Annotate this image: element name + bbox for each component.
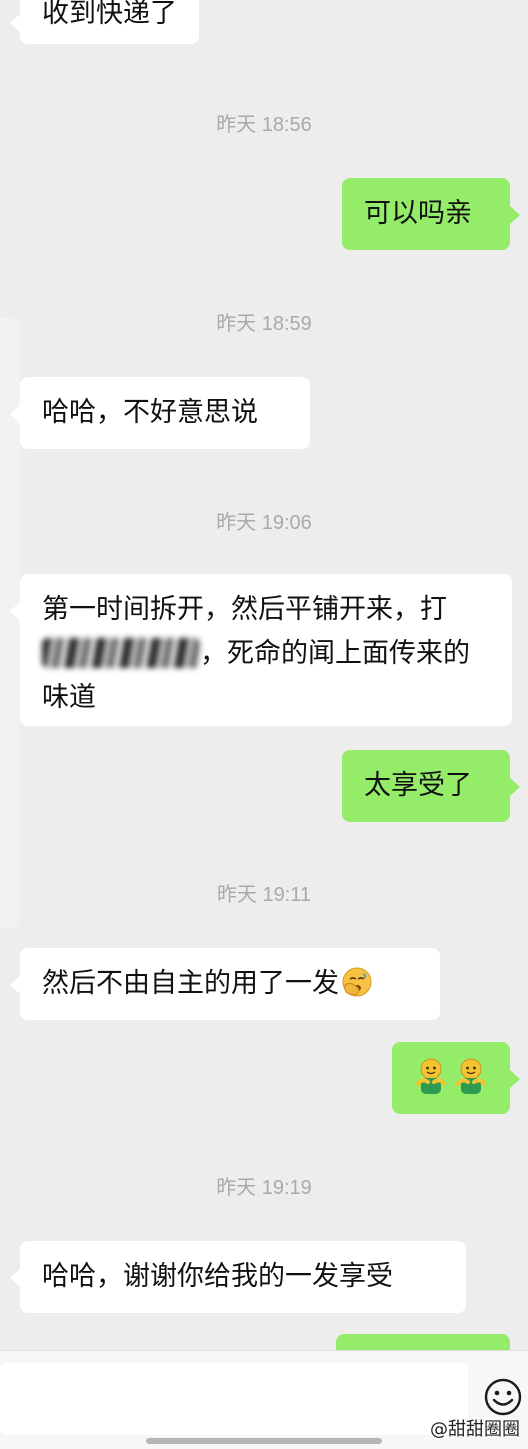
message-received[interactable]: 哈哈，不好意思说 bbox=[10, 377, 310, 449]
message-text: 收到快递了 bbox=[42, 0, 177, 29]
message-line-redacted: ，死命的闻上面传来的 bbox=[42, 632, 490, 676]
timestamp: 昨天 19:11 bbox=[216, 884, 312, 906]
message-received[interactable]: 第一时间拆开，然后平铺开来，打 ，死命的闻上面传来的 味道 bbox=[10, 574, 512, 726]
message-sent-emoji[interactable] bbox=[392, 1042, 520, 1114]
face-palm-emoji-icon bbox=[342, 967, 372, 997]
message-received[interactable]: 收到快递了 bbox=[10, 0, 199, 44]
message-line: 味道 bbox=[42, 682, 96, 713]
message-sent[interactable]: 可以吗亲 bbox=[342, 178, 520, 250]
message-text: ，死命的闻上面传来的 bbox=[200, 638, 470, 669]
message-text: 太享受了 bbox=[364, 770, 472, 801]
message-text: 哈哈，不好意思说 bbox=[42, 397, 258, 428]
timestamp: 昨天 19:19 bbox=[216, 1177, 312, 1199]
message-sent[interactable]: 太享受了 bbox=[342, 750, 520, 822]
hug-emoji-icon bbox=[416, 1058, 486, 1094]
message-text: 可以吗亲 bbox=[364, 198, 472, 229]
timestamp: 昨天 19:06 bbox=[216, 512, 312, 534]
message-input[interactable] bbox=[0, 1363, 468, 1435]
redacted-text-blur bbox=[42, 638, 200, 668]
timestamp: 昨天 18:59 bbox=[216, 313, 312, 335]
message-received[interactable]: 然后不由自主的用了一发 bbox=[10, 948, 440, 1020]
smiley-icon[interactable] bbox=[483, 1377, 523, 1417]
message-line: 第一时间拆开，然后平铺开来，打 bbox=[42, 594, 447, 625]
message-text: 哈哈，谢谢你给我的一发享受 bbox=[42, 1261, 393, 1292]
message-received[interactable]: 哈哈，谢谢你给我的一发享受 bbox=[10, 1241, 466, 1313]
watermark-text: @甜甜圈圈 bbox=[430, 1419, 520, 1440]
timestamp: 昨天 18:56 bbox=[216, 114, 312, 136]
message-text: 然后不由自主的用了一发 bbox=[42, 968, 339, 999]
home-indicator bbox=[146, 1438, 382, 1444]
chat-area[interactable]: 收到快递了 昨天 18:56 可以吗亲 昨天 18:59 哈哈，不好意思说 昨天… bbox=[0, 0, 528, 1380]
